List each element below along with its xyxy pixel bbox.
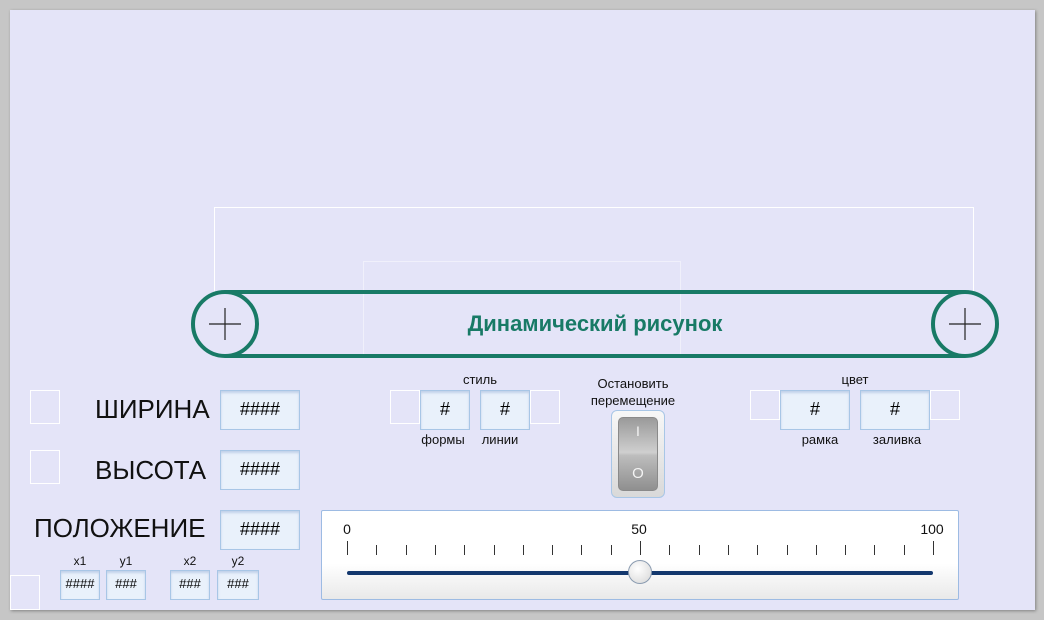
x2-label: x2 <box>183 554 197 568</box>
x1-field[interactable]: #### <box>60 570 100 600</box>
toggle-on-symbol: I <box>636 423 640 439</box>
position-slider[interactable]: 0 50 100 <box>321 510 959 600</box>
slider-min-label: 0 <box>343 521 351 537</box>
toggle-label-line1: Остановить <box>597 376 669 391</box>
width-field[interactable]: #### <box>220 390 300 430</box>
position-label: ПОЛОЖЕНИЕ <box>34 513 206 543</box>
border-color-field[interactable]: # <box>780 390 850 430</box>
slider-tick <box>728 545 729 555</box>
slider-tick <box>699 545 700 555</box>
slider-mid-label: 50 <box>631 521 647 537</box>
y2-label: y2 <box>231 554 245 568</box>
y1-label: y1 <box>119 554 133 568</box>
slider-tick <box>874 545 875 555</box>
height-field[interactable]: #### <box>220 450 300 490</box>
slider-tick <box>640 541 641 555</box>
slider-tick <box>523 545 524 555</box>
border-color-label: рамка <box>801 432 839 447</box>
toggle-label-line2: перемещение <box>590 393 676 408</box>
style-shape-checkbox[interactable] <box>390 390 420 424</box>
fill-color-label: заливка <box>872 432 922 447</box>
slider-tick <box>347 541 348 555</box>
slider-tick <box>494 545 495 555</box>
toggle-off-symbol: O <box>632 465 644 482</box>
style-group-title: стиль <box>462 372 498 387</box>
slider-tick <box>552 545 553 555</box>
stop-movement-toggle[interactable]: I O <box>611 410 665 498</box>
line-style-label: линии <box>481 432 519 447</box>
width-label: ШИРИНА <box>95 394 210 424</box>
canvas-title: Динамический рисунок <box>467 311 723 336</box>
color-fill-checkbox[interactable] <box>930 390 960 420</box>
x2-field[interactable]: ### <box>170 570 210 600</box>
shape-style-label: формы <box>421 432 465 447</box>
position-field[interactable]: #### <box>220 510 300 550</box>
slider-tick <box>406 545 407 555</box>
slider-tick <box>376 545 377 555</box>
fill-color-field[interactable]: # <box>860 390 930 430</box>
color-group-title: цвет <box>841 372 869 387</box>
height-label: ВЫСОТА <box>95 455 207 485</box>
slider-tick <box>787 545 788 555</box>
slider-tick <box>581 545 582 555</box>
slider-tick <box>845 545 846 555</box>
x1-label: x1 <box>73 554 87 568</box>
slider-tick <box>464 545 465 555</box>
color-border-checkbox[interactable] <box>750 390 780 420</box>
slider-tick <box>816 545 817 555</box>
slider-tick <box>757 545 758 555</box>
shape-style-field[interactable]: # <box>420 390 470 430</box>
width-checkbox[interactable] <box>30 390 60 424</box>
slider-max-label: 100 <box>920 521 944 537</box>
slider-tick <box>669 545 670 555</box>
position-checkbox[interactable] <box>10 575 40 610</box>
y2-field[interactable]: ### <box>217 570 259 600</box>
slider-tick <box>933 541 934 555</box>
style-line-checkbox[interactable] <box>530 390 560 424</box>
y1-field[interactable]: ### <box>106 570 146 600</box>
height-checkbox[interactable] <box>30 450 60 484</box>
slider-tick <box>904 545 905 555</box>
slider-thumb[interactable] <box>628 560 652 584</box>
slider-tick <box>435 545 436 555</box>
slider-tick <box>611 545 612 555</box>
line-style-field[interactable]: # <box>480 390 530 430</box>
